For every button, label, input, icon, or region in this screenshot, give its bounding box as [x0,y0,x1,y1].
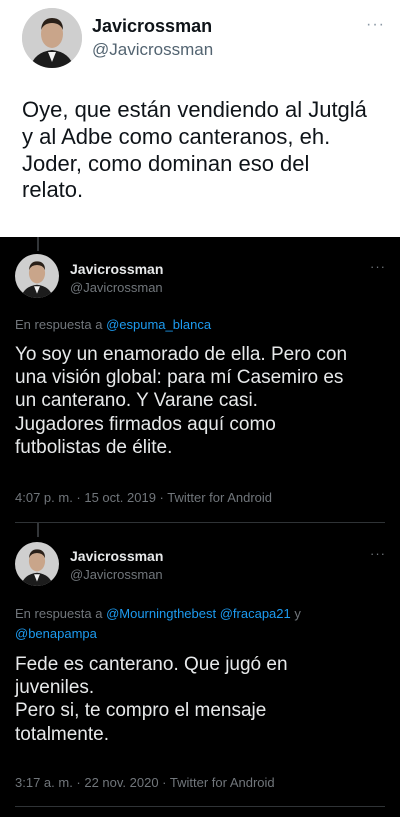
reply-joiner: y [290,606,301,621]
reply-context: En respuesta a @espuma_blanca [15,315,385,335]
handle[interactable]: @Javicrossman [70,280,163,295]
tweet-text-line: Pero si, te compro el mensaje [15,700,267,722]
mention-link[interactable]: @Mourningthebest [106,606,216,621]
divider [15,522,385,523]
divider [15,806,385,807]
tweet-text: Oye, que están vendiendo al Jutglá y al … [22,97,367,204]
avatar-portrait-icon [15,542,59,586]
timestamp[interactable]: 3:17 a. m. · 22 nov. 2020 · Twitter for … [15,775,275,790]
thread-connector [37,237,39,251]
handle[interactable]: @Javicrossman [70,567,163,582]
main-tweet[interactable]: Javicrossman @Javicrossman ··· Oye, que … [0,0,400,237]
thread-connector [37,523,39,537]
tweet-text-line: Oye, que están vendiendo al Jutglá [22,97,367,122]
handle[interactable]: @Javicrossman [92,40,213,60]
tweet-text-line: un canterano. Y Varane casi. [15,390,258,412]
timestamp[interactable]: 4:07 p. m. · 15 oct. 2019 · Twitter for … [15,490,272,505]
avatar-portrait-icon [15,254,59,298]
avatar[interactable] [15,542,59,586]
reply-prefix: En respuesta a [15,317,107,332]
mention-link[interactable]: @benapampa [15,626,97,641]
tweet-text-line: Joder, como dominan eso del [22,150,310,176]
more-options-icon[interactable]: ··· [366,16,385,34]
tweet-text-line: relato. [22,177,84,203]
dark-thread: Javicrossman @Javicrossman ··· En respue… [0,237,400,817]
display-name[interactable]: Javicrossman [70,261,163,277]
tweet-text-line: y al Adbe como canteranos, eh. [22,123,331,149]
avatar-portrait-icon [22,8,82,68]
avatar[interactable] [15,254,59,298]
avatar[interactable] [22,8,82,68]
tweet-text-line: juveniles. [15,677,95,699]
tweet-text: Yo soy un enamorado de ella. Pero con un… [15,343,347,459]
tweet-text-line: Yo soy un enamorado de ella. Pero con [15,344,348,365]
more-options-icon[interactable]: ··· [370,259,386,274]
tweet-text-line: Fede es canterano. Que jugó en [15,654,288,675]
mention-link[interactable]: @espuma_blanca [106,317,211,332]
tweet-text-line: futbolistas de élite. [15,436,173,458]
mention-link[interactable]: @fracapa21 [220,606,291,621]
tweet-text-line: Jugadores firmados aquí como [15,413,276,435]
tweet-text: Fede es canterano. Que jugó en juveniles… [15,653,288,746]
display-name[interactable]: Javicrossman [70,548,163,564]
tweet-text-line: totalmente. [15,723,109,745]
display-name[interactable]: Javicrossman [92,16,212,37]
more-options-icon[interactable]: ··· [370,546,386,561]
tweet-text-line: una visión global: para mí Casemiro es [15,367,344,389]
reply-context: En respuesta a @Mourningthebest @fracapa… [15,604,385,643]
reply-prefix: En respuesta a [15,606,107,621]
